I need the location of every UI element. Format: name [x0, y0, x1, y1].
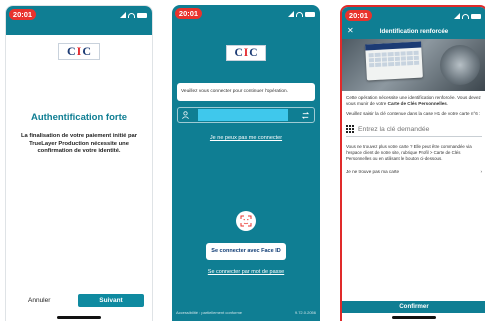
- key-input[interactable]: [358, 125, 468, 133]
- signal-icon: [454, 13, 460, 19]
- key-card-header: [365, 41, 422, 51]
- chevron-right-icon: ›: [480, 169, 482, 175]
- key-card-illustration: [342, 39, 485, 91]
- status-icons: [120, 10, 147, 20]
- logo-letter: C: [82, 44, 91, 58]
- key-input-row: [346, 125, 482, 137]
- logo-letter: C: [234, 47, 243, 59]
- footer: Accessibilité : partiellement conforme 9…: [176, 310, 316, 315]
- confirm-button[interactable]: Confirmer: [342, 301, 485, 313]
- keypad-icon: [346, 125, 354, 133]
- face-id-login-button[interactable]: Se connecter avec Face ID: [206, 243, 286, 260]
- logo-letter: I: [76, 44, 82, 58]
- cic-logo-box: CIC: [58, 43, 100, 60]
- phone-authentification-forte: 20:01 CIC Authentification forte La fina…: [5, 5, 153, 321]
- logo-letter: C: [249, 47, 258, 59]
- screenshot-stage: 20:01 CIC Authentification forte La fina…: [0, 0, 485, 321]
- home-indicator: [57, 316, 101, 319]
- battery-icon: [471, 13, 481, 19]
- battery-icon: [305, 11, 315, 17]
- home-indicator: [392, 316, 436, 319]
- intro-text: Cette opération nécessite une identifica…: [346, 95, 481, 106]
- lost-card-link[interactable]: Je ne trouve pas ma carte: [346, 169, 399, 174]
- phone-login: 20:01 CIC Veuillez vous connecter pour c…: [172, 5, 320, 321]
- cic-logo-box: CIC: [226, 45, 266, 61]
- status-bar: 20:01: [342, 7, 485, 25]
- signal-icon: [120, 12, 126, 18]
- battery-icon: [137, 12, 147, 18]
- status-icons: [454, 11, 481, 21]
- action-row: Annuler Suivant: [14, 294, 144, 307]
- cancel-button[interactable]: Annuler: [14, 297, 50, 304]
- status-time: 20:01: [9, 9, 36, 20]
- password-login-link[interactable]: Se connecter par mot de passe: [172, 269, 320, 275]
- cic-logo: CIC: [172, 45, 320, 61]
- signal-icon: [288, 11, 294, 17]
- status-icons: [288, 9, 315, 19]
- wifi-icon: [296, 11, 303, 17]
- lost-card-row[interactable]: Je ne trouve pas ma carte ›: [346, 169, 482, 174]
- logo-letter: I: [243, 47, 249, 59]
- next-button[interactable]: Suivant: [78, 294, 144, 307]
- app-bar: ✕ Identification renforcée: [342, 25, 485, 39]
- page-title: Authentification forte: [30, 112, 128, 123]
- lost-card-help-text: Vous ne trouvez plus votre carte ? Elle …: [346, 144, 472, 161]
- key-card-grid: [368, 50, 420, 68]
- logo-letter: C: [66, 44, 76, 58]
- payment-confirmation-text: La finalisation de votre paiement initié…: [21, 133, 137, 154]
- user-id-field[interactable]: [177, 107, 315, 123]
- switch-account-icon[interactable]: [301, 111, 310, 120]
- user-id-value-redacted: [198, 109, 288, 121]
- status-time: 20:01: [175, 8, 202, 19]
- status-bar: 20:01: [6, 6, 152, 24]
- app-version: 9.72.0.2056: [294, 310, 316, 315]
- face-id-icon[interactable]: [236, 211, 256, 231]
- wifi-icon: [128, 12, 135, 18]
- wifi-icon: [462, 13, 469, 19]
- app-bar: [6, 24, 152, 35]
- status-time: 20:01: [345, 10, 372, 21]
- face-id-glyph-icon: [240, 215, 252, 227]
- cic-logo: CIC: [6, 43, 152, 60]
- key-instruction: Veuillez saisir la clé contenue dans la …: [346, 111, 481, 116]
- cannot-login-link[interactable]: Je ne peux pas me connecter: [172, 135, 320, 141]
- user-icon: [182, 111, 189, 120]
- vault-dial-image: [440, 45, 480, 85]
- close-icon[interactable]: ✕: [347, 26, 354, 35]
- page-title: Identification renforcée: [379, 28, 449, 35]
- accessibility-link[interactable]: Accessibilité : partiellement conforme: [176, 310, 242, 315]
- phone-identification-renforcee: 20:01 ✕ Identification renforcée Cette o…: [340, 5, 485, 321]
- key-card-name: Carte de Clés Personnelles: [387, 101, 447, 106]
- key-card-image: [365, 41, 423, 81]
- status-bar: 20:01: [172, 5, 320, 23]
- login-notice: Veuillez vous connecter pour continuer l…: [177, 83, 315, 101]
